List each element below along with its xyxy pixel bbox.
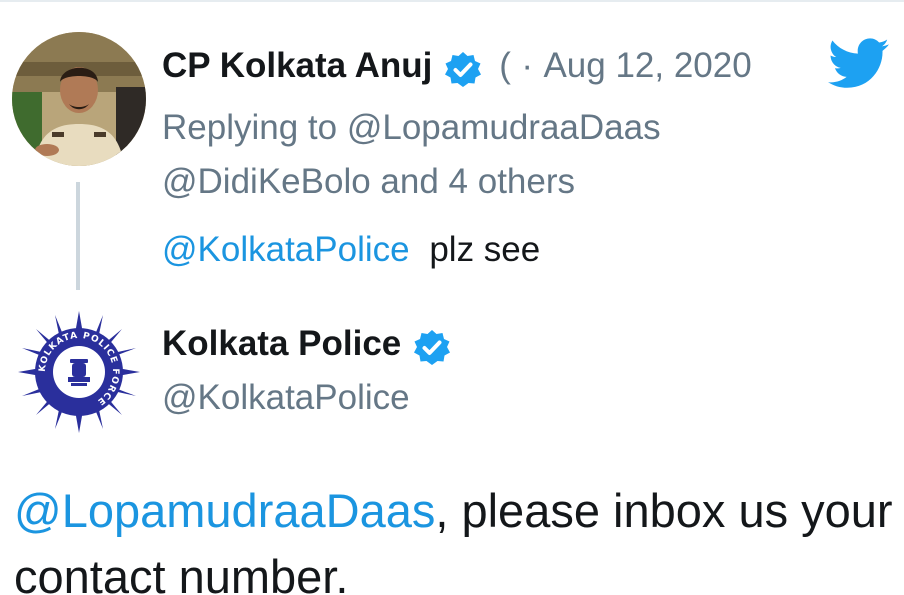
replying-to-others[interactable]: 4 others xyxy=(449,162,575,201)
tweet-embed: CP Kolkata Anuj ( · Aug 12, 2020 Replyin… xyxy=(0,0,904,595)
author-handle-truncated[interactable]: ( xyxy=(499,46,511,85)
tweet2-header: Kolkata Police xyxy=(162,324,452,373)
replying-to-line1: Replying to @LopamudraaDaas xyxy=(162,108,661,148)
mention-kolkatapolice[interactable]: @KolkataPolice xyxy=(162,230,410,269)
author-name-2[interactable]: Kolkata Police xyxy=(162,324,401,363)
mention-lopamudraadaas[interactable]: @LopamudraaDaas xyxy=(14,484,435,537)
tweet1-header: CP Kolkata Anuj ( · Aug 12, 2020 xyxy=(162,46,752,95)
avatar-cp-kolkata-image xyxy=(12,32,146,166)
verified-badge-icon xyxy=(443,50,483,95)
tweet1-text-rest: plz see xyxy=(429,230,541,269)
replying-to-handle[interactable]: @LopamudraaDaas xyxy=(347,108,661,147)
twitter-bird-icon[interactable] xyxy=(828,38,890,95)
thread-connector-line xyxy=(76,182,80,290)
replying-to-handle-2[interactable]: @DidiKeBolo xyxy=(162,162,371,201)
replying-to-and: and xyxy=(370,162,449,201)
tweet-date[interactable]: Aug 12, 2020 xyxy=(543,46,751,85)
kolkata-police-logo-icon: KOLKATA POLICE FORCE xyxy=(12,305,146,439)
avatar-cp-kolkata[interactable] xyxy=(12,32,146,166)
replying-to-prefix: Replying to xyxy=(162,108,347,147)
verified-badge-icon xyxy=(412,328,452,373)
author-handle-2[interactable]: @KolkataPolice xyxy=(162,378,410,418)
date-separator: · xyxy=(521,46,533,85)
author-name[interactable]: CP Kolkata Anuj xyxy=(162,46,432,85)
tweet1-text: @KolkataPolice plz see xyxy=(162,230,540,270)
replying-to-line2: @DidiKeBolo and 4 others xyxy=(162,162,575,202)
tweet2-text: @LopamudraaDaas, please inbox us your co… xyxy=(14,478,894,595)
avatar-kolkata-police[interactable]: KOLKATA POLICE FORCE xyxy=(12,305,146,439)
